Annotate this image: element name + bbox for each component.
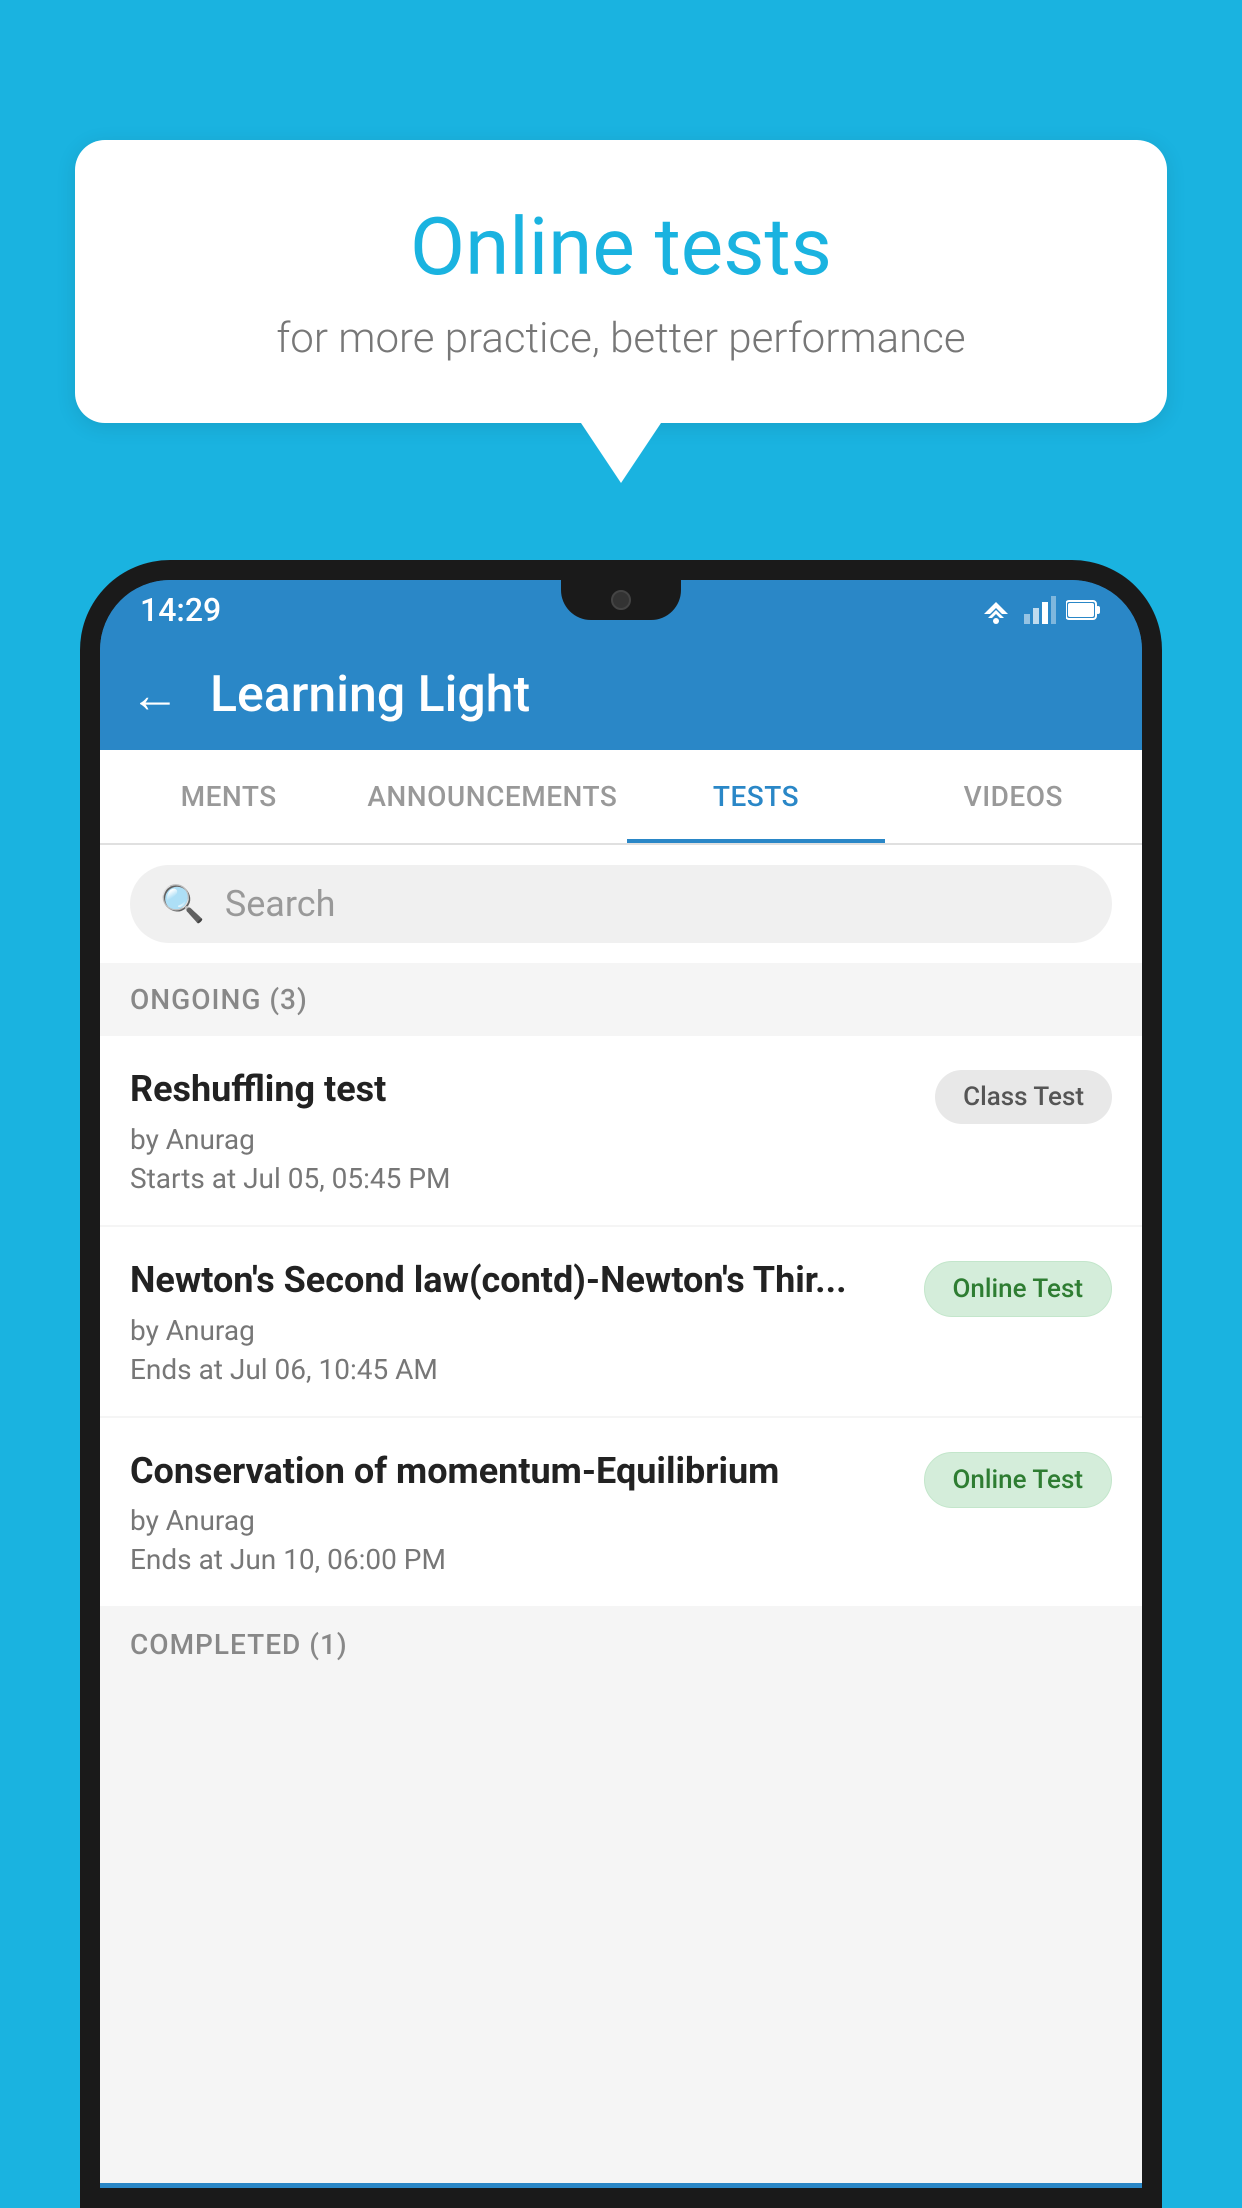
search-container: 🔍 Search [100,845,1142,963]
status-time: 14:29 [140,591,221,629]
app-title: Learning Light [210,666,530,724]
test-title-1: Reshuffling test [130,1066,915,1113]
test-title-3: Conservation of momentum-Equilibrium [130,1448,904,1495]
test-info-3: Conservation of momentum-Equilibrium by … [130,1448,904,1577]
speech-bubble-container: Online tests for more practice, better p… [75,140,1167,483]
wifi-icon [978,596,1014,624]
bubble-title: Online tests [155,200,1087,294]
notch [561,580,681,620]
phone-container: 14:29 [80,560,1162,2208]
search-box[interactable]: 🔍 Search [130,865,1112,943]
test-time-1: Starts at Jul 05, 05:45 PM [130,1162,915,1195]
signal-icon [1024,596,1056,624]
test-item[interactable]: Reshuffling test by Anurag Starts at Jul… [100,1036,1142,1225]
test-author-2: by Anurag [130,1314,904,1347]
tab-videos[interactable]: VIDEOS [885,750,1142,843]
ongoing-section-header: ONGOING (3) [100,963,1142,1036]
test-item[interactable]: Newton's Second law(contd)-Newton's Thir… [100,1227,1142,1416]
completed-section-header: COMPLETED (1) [100,1608,1142,1681]
test-item[interactable]: Conservation of momentum-Equilibrium by … [100,1418,1142,1607]
phone-frame: 14:29 [80,560,1162,2208]
test-info-1: Reshuffling test by Anurag Starts at Jul… [130,1066,915,1195]
bubble-subtitle: for more practice, better performance [155,314,1087,363]
search-placeholder: Search [225,883,336,925]
camera [611,590,631,610]
test-time-2: Ends at Jul 06, 10:45 AM [130,1353,904,1386]
test-badge-3: Online Test [924,1452,1113,1508]
test-badge-2: Online Test [924,1261,1113,1317]
phone-screen: 14:29 [100,580,1142,2188]
test-author-3: by Anurag [130,1504,904,1537]
tabs-bar: MENTS ANNOUNCEMENTS TESTS VIDEOS [100,750,1142,845]
tab-tests[interactable]: TESTS [627,750,884,843]
test-time-3: Ends at Jun 10, 06:00 PM [130,1543,904,1576]
tab-announcements[interactable]: ANNOUNCEMENTS [357,750,627,843]
content-area: 🔍 Search ONGOING (3) Reshuffling test by… [100,845,1142,2183]
back-button[interactable]: ← [130,666,180,725]
tab-ments[interactable]: MENTS [100,750,357,843]
speech-bubble: Online tests for more practice, better p… [75,140,1167,423]
test-title-2: Newton's Second law(contd)-Newton's Thir… [130,1257,904,1304]
test-badge-1: Class Test [935,1070,1112,1124]
test-info-2: Newton's Second law(contd)-Newton's Thir… [130,1257,904,1386]
status-bar: 14:29 [100,580,1142,640]
completed-label: COMPLETED (1) [130,1628,348,1661]
app-bar: ← Learning Light [100,640,1142,750]
battery-icon [1066,599,1102,621]
status-icons [978,596,1102,624]
bubble-arrow [581,423,661,483]
ongoing-label: ONGOING (3) [130,983,308,1016]
search-icon: 🔍 [160,883,205,925]
test-author-1: by Anurag [130,1123,915,1156]
